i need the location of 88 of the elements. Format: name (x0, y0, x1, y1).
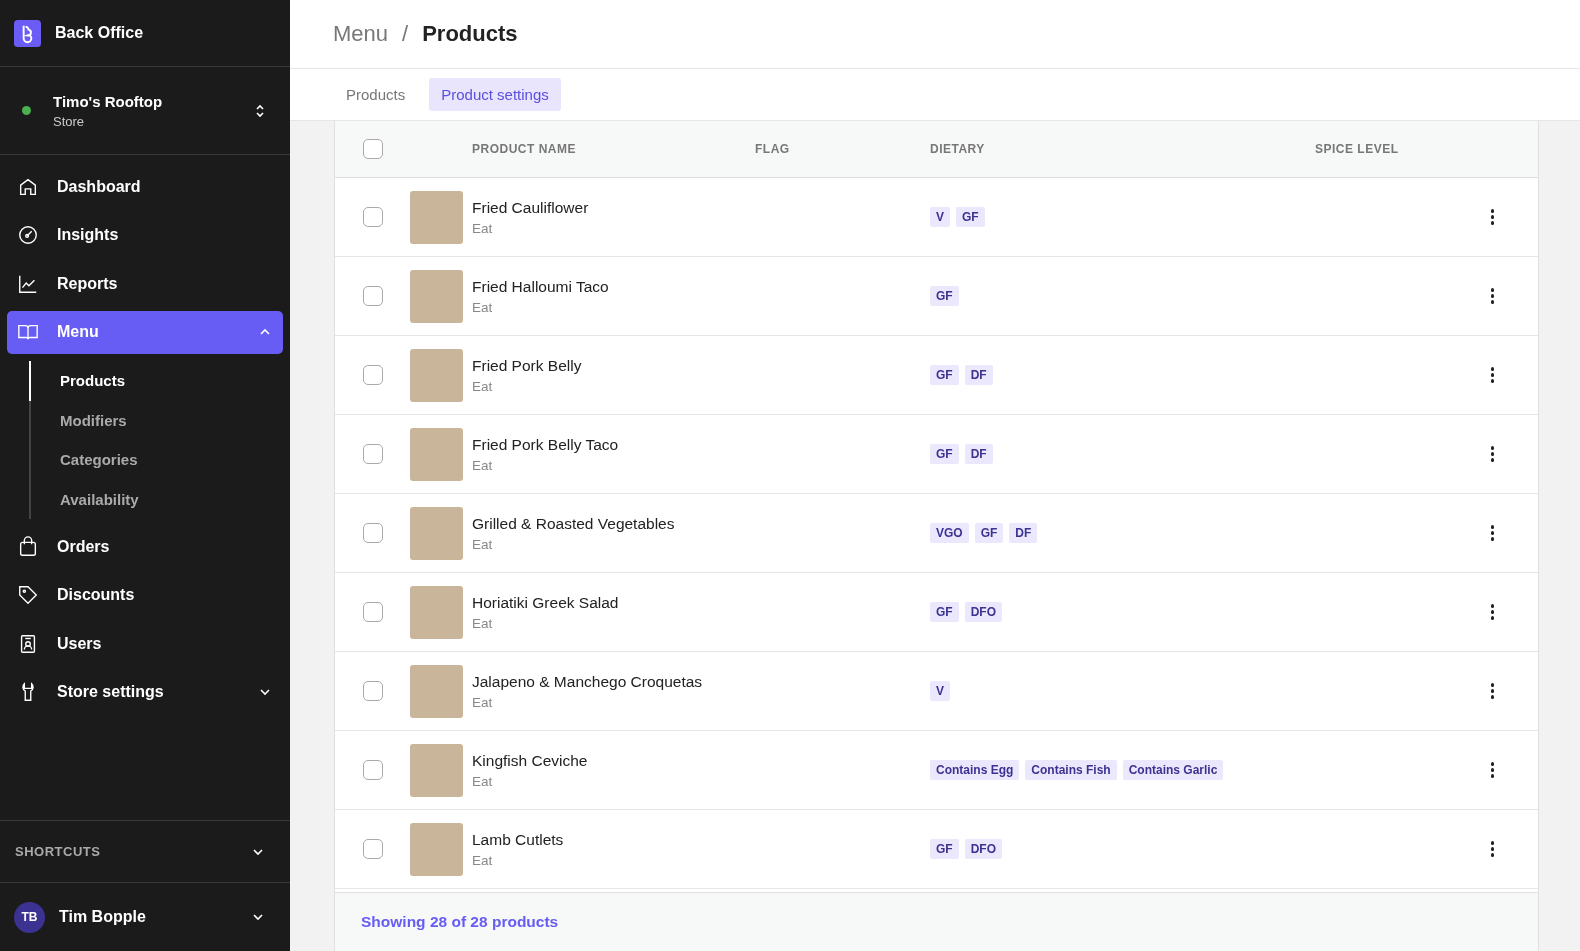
dietary-tag: GF (930, 365, 959, 385)
dietary-tag: Contains Garlic (1122, 760, 1224, 780)
app-logo-icon (14, 19, 41, 47)
product-category: Eat (472, 536, 494, 552)
dietary-tag: GF (930, 286, 959, 306)
photo-placeholder (410, 269, 463, 323)
product-name: Jalapeno & Manchego Croquetas (472, 672, 704, 691)
tab[interactable]: Products (334, 78, 418, 111)
nav-item[interactable]: Users (7, 622, 283, 665)
column-header: PRODUCT NAME (472, 142, 576, 156)
product-category: Eat (472, 694, 494, 710)
breadcrumb-separator: / (402, 21, 409, 47)
dietary-tag: DFO (964, 839, 1002, 859)
photo-placeholder (410, 506, 463, 560)
nav-item[interactable]: Discounts (7, 573, 283, 617)
nav-item[interactable]: Insights (7, 213, 283, 257)
photo-placeholder (410, 348, 463, 402)
product-category: Eat (472, 773, 494, 789)
product-name: Fried Cauliflower (472, 198, 590, 217)
shortcuts-toggle[interactable]: SHORTCUTS (0, 820, 290, 883)
product-category: Eat (472, 299, 494, 315)
gauge-icon (17, 224, 39, 246)
dietary-tag: DF (964, 444, 993, 464)
photo-placeholder (410, 585, 463, 639)
row-checkbox[interactable] (362, 681, 383, 701)
photo-placeholder (410, 664, 463, 718)
product-category: Eat (472, 220, 494, 236)
results-count: Showing 28 of 28 products (361, 913, 559, 931)
product-name: Fried Halloumi Taco (472, 277, 610, 296)
row-checkbox[interactable] (362, 602, 383, 622)
dietary-tag: DFO (964, 602, 1002, 622)
dietary-tag: GF (930, 444, 959, 464)
row-checkbox[interactable] (362, 207, 383, 227)
row-checkbox[interactable] (362, 523, 383, 543)
nav-item[interactable]: Orders (7, 525, 283, 568)
dietary-tag: Contains Egg (930, 760, 1020, 780)
product-category: Eat (472, 615, 494, 631)
nav-item[interactable]: Dashboard (7, 165, 283, 208)
product-name: Fried Pork Belly Taco (472, 435, 620, 454)
product-name: Grilled & Roasted Vegetables (472, 514, 676, 533)
submenu-item[interactable]: Modifiers (29, 400, 283, 440)
photo-placeholder (410, 822, 463, 876)
nav-item[interactable]: Menu (7, 310, 283, 354)
column-header: FLAG (755, 142, 790, 156)
select-all-checkbox[interactable] (362, 139, 383, 159)
breadcrumb-link[interactable]: Menu (333, 21, 389, 47)
product-name: Fried Pork Belly (472, 356, 583, 375)
row-checkbox[interactable] (362, 760, 383, 780)
dietary-tag: GF (930, 839, 959, 859)
product-name: Lamb Cutlets (472, 830, 565, 849)
shopping-bag-icon (17, 535, 39, 558)
store-name: Timo's Rooftop (53, 92, 164, 110)
dietary-tag: DF (1009, 523, 1038, 543)
dietary-tag: DF (964, 365, 993, 385)
product-category: Eat (472, 378, 494, 394)
dietary-tag: GF (930, 602, 959, 622)
submenu-item[interactable]: Products (29, 361, 283, 401)
tag-icon (17, 584, 39, 606)
column-header: SPICE LEVEL (1315, 142, 1399, 156)
user-name: Tim Bopple (59, 908, 147, 926)
photo-placeholder (410, 427, 463, 481)
row-checkbox[interactable] (362, 444, 383, 464)
store-type: Store (53, 113, 86, 129)
row-checkbox[interactable] (362, 286, 383, 306)
tab[interactable]: Product settings (429, 78, 561, 111)
nav-item[interactable]: Store settings (7, 670, 283, 714)
dietary-tag: Contains Fish (1025, 760, 1117, 780)
avatar: TB (14, 901, 45, 933)
product-name: Kingfish Ceviche (472, 751, 589, 770)
submenu-item[interactable]: Availability (29, 479, 283, 519)
row-checkbox[interactable] (362, 365, 383, 385)
product-name: Horiatiki Greek Salad (472, 593, 620, 612)
dietary-tag: GF (974, 523, 1004, 543)
row-checkbox[interactable] (362, 839, 383, 859)
product-category: Eat (472, 852, 494, 868)
page-title: Products (422, 21, 518, 47)
column-header: DIETARY (930, 142, 985, 156)
dietary-tag: V (930, 681, 950, 701)
photo-placeholder (410, 190, 463, 244)
app-title: Back Office (55, 24, 144, 42)
dietary-tag: V (930, 207, 950, 227)
product-category: Eat (472, 457, 494, 473)
photo-placeholder (410, 743, 463, 797)
submenu-item[interactable]: Categories (29, 440, 283, 480)
user-menu[interactable]: TB Tim Bopple (0, 883, 290, 951)
dietary-tag: GF (956, 207, 985, 227)
dietary-tag: VGO (930, 523, 969, 543)
nav-item[interactable]: Reports (7, 262, 283, 305)
